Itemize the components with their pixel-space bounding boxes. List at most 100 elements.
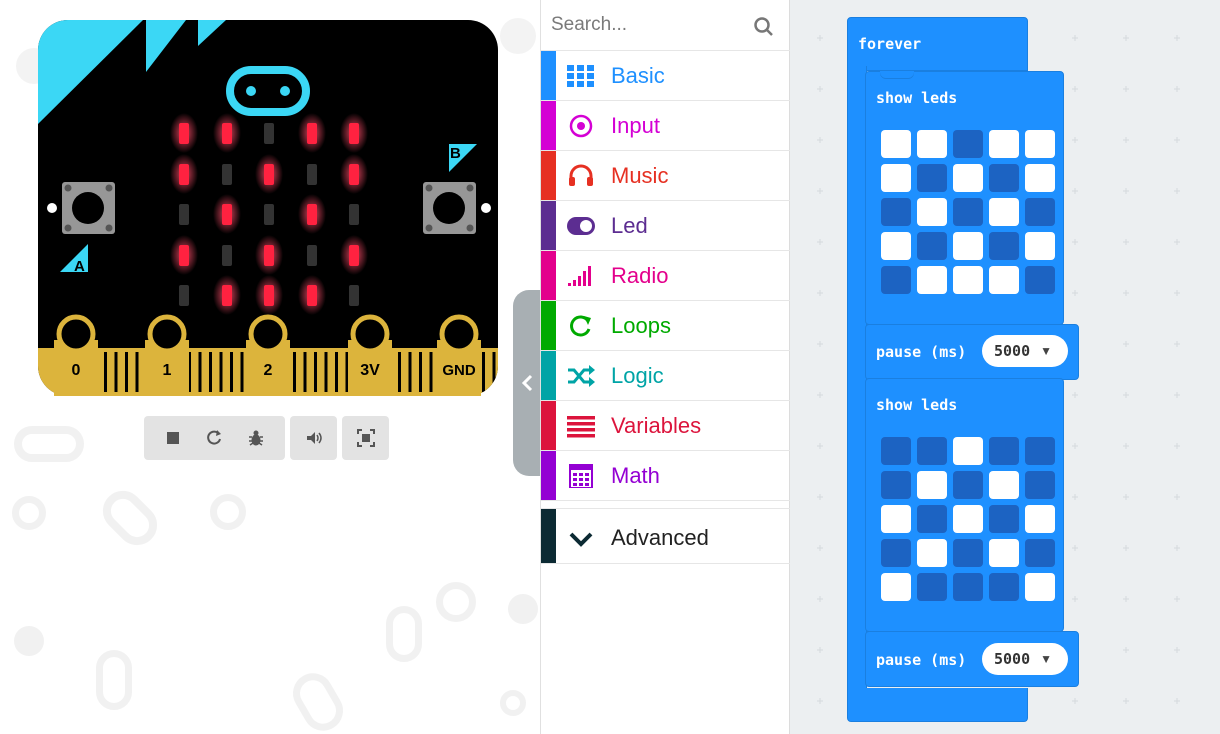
led-toggle-cell[interactable] (989, 232, 1019, 260)
led-toggle-cell[interactable] (953, 471, 983, 499)
led-toggle-cell[interactable] (1025, 539, 1055, 567)
fullscreen-button[interactable] (342, 416, 389, 460)
debug-icon[interactable] (246, 428, 266, 448)
toolbox: Basic Input Music Led Radio Loops Logic … (540, 0, 790, 734)
category-radio[interactable]: Radio (541, 251, 790, 301)
led-toggle-cell[interactable] (953, 539, 983, 567)
led-toggle-cell[interactable] (989, 198, 1019, 226)
led-toggle-cell[interactable] (881, 266, 911, 294)
led-toggle-cell[interactable] (1025, 573, 1055, 601)
led-toggle-cell[interactable] (953, 266, 983, 294)
led-toggle-cell[interactable] (989, 437, 1019, 465)
led-toggle-cell[interactable] (917, 130, 947, 158)
category-logic[interactable]: Logic (541, 351, 790, 401)
forever-block[interactable]: forever (847, 17, 1028, 71)
led-toggle-cell[interactable] (1025, 266, 1055, 294)
led-toggle-cell[interactable] (953, 573, 983, 601)
sim-led (264, 204, 274, 225)
pin-label: 3V (360, 362, 380, 379)
search-input[interactable] (551, 8, 751, 42)
restart-icon[interactable] (204, 428, 224, 448)
headphones-icon (569, 164, 593, 186)
category-input[interactable]: Input (541, 101, 790, 151)
led-grid-editor (881, 130, 1055, 294)
led-toggle-cell[interactable] (989, 130, 1019, 158)
led-toggle-cell[interactable] (953, 505, 983, 533)
led-toggle-cell[interactable] (881, 164, 911, 192)
blocks-workspace[interactable]: forever show leds pause (ms) 5000 ▼ show… (790, 0, 1220, 734)
pin-1[interactable]: 1 (145, 314, 189, 396)
led-toggle-cell[interactable] (881, 232, 911, 260)
category-music[interactable]: Music (541, 151, 790, 201)
pause-duration-dropdown[interactable]: 5000 ▼ (982, 335, 1068, 367)
led-toggle-cell[interactable] (1025, 198, 1055, 226)
pin-label: 1 (163, 362, 172, 379)
led-toggle-cell[interactable] (917, 505, 947, 533)
led-toggle-cell[interactable] (881, 130, 911, 158)
sim-led (340, 235, 368, 275)
led-toggle-cell[interactable] (1025, 164, 1055, 192)
led-toggle-cell[interactable] (1025, 232, 1055, 260)
led-toggle-cell[interactable] (989, 164, 1019, 192)
led-toggle-cell[interactable] (953, 164, 983, 192)
led-toggle-cell[interactable] (1025, 471, 1055, 499)
category-label: Radio (611, 263, 669, 288)
led-toggle-cell[interactable] (917, 198, 947, 226)
led-toggle-cell[interactable] (989, 505, 1019, 533)
pin-0[interactable]: 0 (54, 314, 98, 396)
led-toggle-cell[interactable] (1025, 437, 1055, 465)
led-toggle-cell[interactable] (989, 471, 1019, 499)
pin-2[interactable]: 2 (246, 314, 290, 396)
led-toggle-cell[interactable] (917, 164, 947, 192)
pin-4[interactable]: GND (437, 314, 481, 396)
pin-3[interactable]: 3V (348, 314, 392, 396)
led-toggle-cell[interactable] (881, 198, 911, 226)
pause-block[interactable]: pause (ms) 5000 ▼ (865, 631, 1079, 687)
show-leds-block[interactable]: show leds (865, 71, 1064, 325)
led-toggle-cell[interactable] (917, 539, 947, 567)
stop-icon[interactable] (163, 428, 183, 448)
led-toggle-cell[interactable] (917, 232, 947, 260)
category-loops[interactable]: Loops (541, 301, 790, 351)
led-toggle-cell[interactable] (881, 573, 911, 601)
pause-block[interactable]: pause (ms) 5000 ▼ (865, 324, 1079, 380)
show-leds-label: show leds (876, 396, 958, 414)
led-toggle-cell[interactable] (953, 437, 983, 465)
led-toggle-cell[interactable] (1025, 505, 1055, 533)
show-leds-block[interactable]: show leds (865, 378, 1064, 632)
led-toggle-cell[interactable] (953, 198, 983, 226)
led-toggle-cell[interactable] (917, 573, 947, 601)
led-toggle-cell[interactable] (989, 266, 1019, 294)
led-toggle-cell[interactable] (917, 266, 947, 294)
led-toggle-cell[interactable] (917, 471, 947, 499)
led-toggle-cell[interactable] (881, 471, 911, 499)
search-icon[interactable] (753, 16, 775, 38)
category-label: Led (611, 213, 648, 238)
category-math[interactable]: Math (541, 451, 790, 501)
calculator-icon (569, 464, 593, 488)
mute-icon (306, 432, 322, 444)
category-led[interactable]: Led (541, 201, 790, 251)
led-toggle-cell[interactable] (881, 539, 911, 567)
forever-block-spine (847, 66, 867, 701)
led-toggle-cell[interactable] (881, 437, 911, 465)
sim-led (298, 275, 326, 315)
sim-led (179, 285, 189, 306)
decor-ring (14, 426, 84, 462)
led-toggle-cell[interactable] (1025, 130, 1055, 158)
pause-duration-dropdown[interactable]: 5000 ▼ (982, 643, 1068, 675)
button-a[interactable] (62, 182, 115, 234)
button-b[interactable] (423, 182, 476, 234)
category-basic[interactable]: Basic (541, 51, 790, 101)
category-variables[interactable]: Variables (541, 401, 790, 451)
led-toggle-cell[interactable] (881, 505, 911, 533)
led-grid-editor (881, 437, 1055, 601)
led-toggle-cell[interactable] (917, 437, 947, 465)
led-toggle-cell[interactable] (989, 539, 1019, 567)
led-toggle-cell[interactable] (953, 130, 983, 158)
mute-button[interactable] (290, 416, 337, 460)
led-toggle-cell[interactable] (989, 573, 1019, 601)
decor-ring (210, 494, 246, 530)
category-advanced[interactable]: Advanced (541, 508, 790, 564)
led-toggle-cell[interactable] (953, 232, 983, 260)
